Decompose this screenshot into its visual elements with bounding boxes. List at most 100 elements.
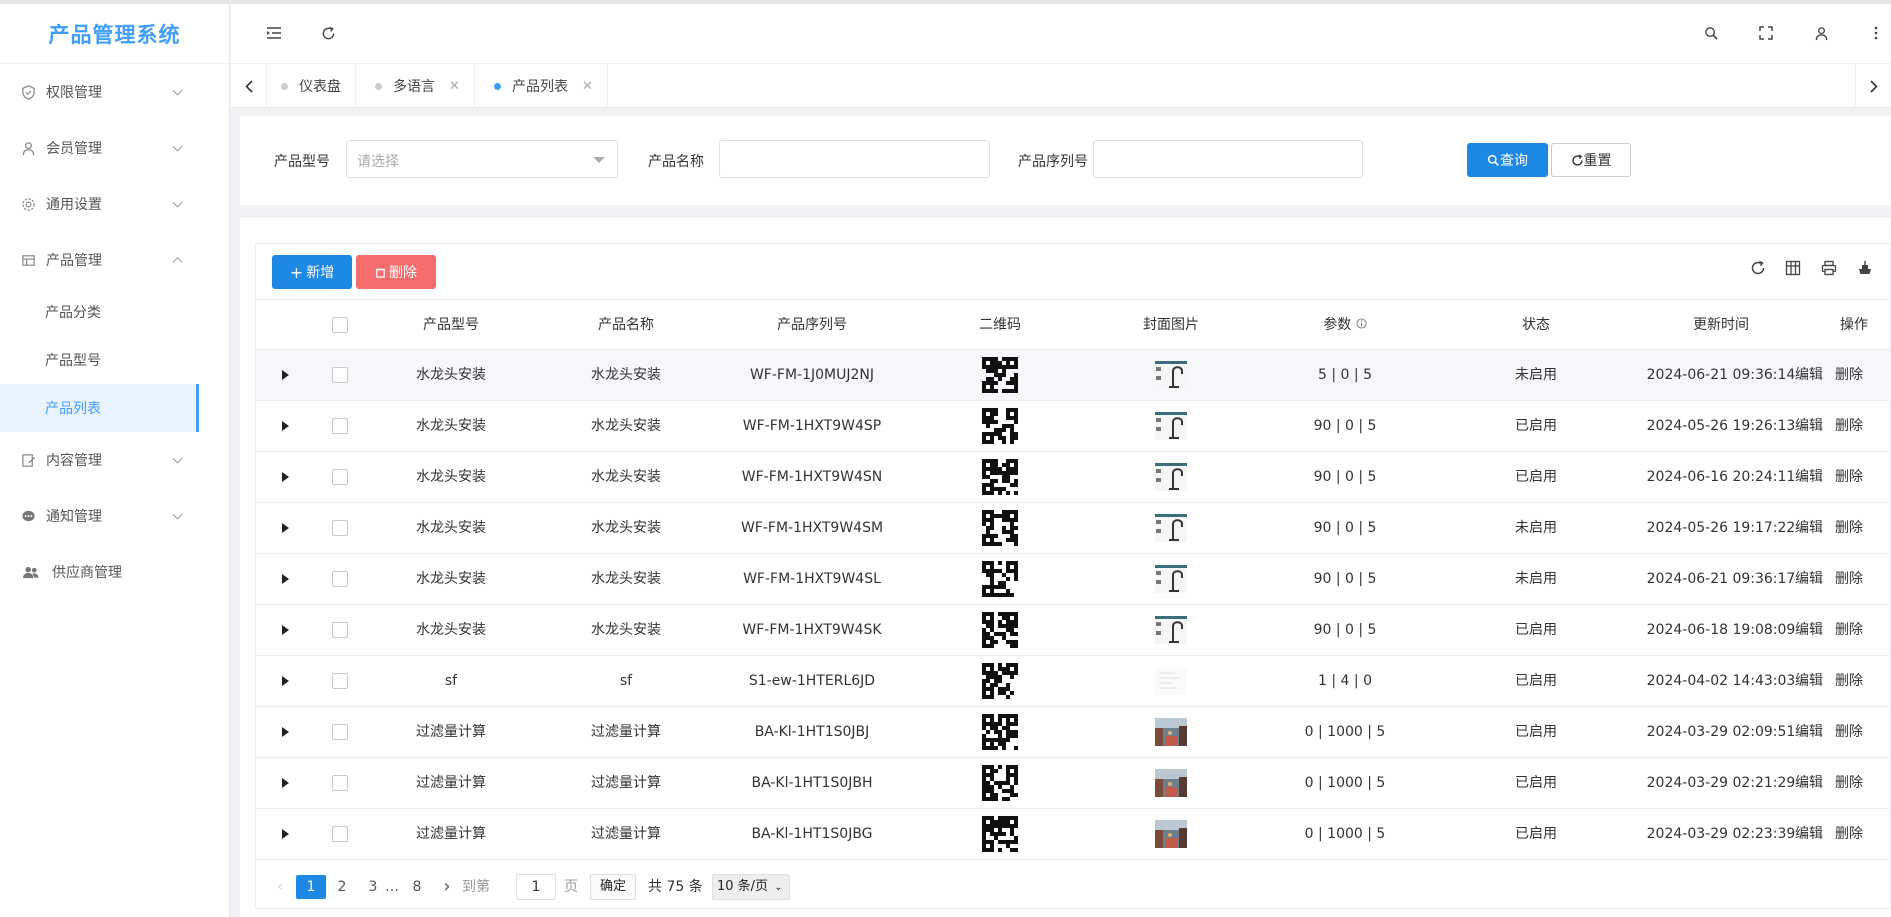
delete-link[interactable]: 删除 <box>1835 656 1863 707</box>
row-checkbox[interactable] <box>332 826 348 842</box>
goto-confirm-button[interactable]: 确定 <box>590 874 636 900</box>
refresh-icon[interactable] <box>1748 258 1768 278</box>
qr-code-image[interactable] <box>982 561 1018 597</box>
search-icon[interactable] <box>1700 22 1722 44</box>
edit-link[interactable]: 编辑 <box>1795 605 1823 656</box>
tabs-scroll-right-icon[interactable] <box>1855 64 1891 108</box>
sidebar-subitem-product-category[interactable]: 产品分类 <box>0 288 229 336</box>
page-ellipsis[interactable]: … <box>380 875 404 899</box>
info-icon[interactable] <box>1356 318 1367 329</box>
qr-code-image[interactable] <box>982 459 1018 495</box>
delete-button[interactable]: 删除 <box>356 255 436 289</box>
row-checkbox[interactable] <box>332 520 348 536</box>
edit-link[interactable]: 编辑 <box>1795 707 1823 758</box>
delete-link[interactable]: 删除 <box>1835 503 1863 554</box>
expand-row-icon[interactable] <box>282 523 289 533</box>
cover-image[interactable] <box>1155 769 1187 797</box>
add-button[interactable]: + 新增 <box>272 255 352 289</box>
delete-link[interactable]: 删除 <box>1835 605 1863 656</box>
table-row[interactable]: 水龙头安装 水龙头安装 WF-FM-1HXT9W4SP 90 | 0 | 5 已启用 20… <box>256 401 1891 452</box>
page-size-select[interactable]: 10 条/页 ⌄ <box>712 874 790 900</box>
name-input[interactable] <box>719 140 990 178</box>
more-icon[interactable] <box>1865 22 1887 44</box>
page-1[interactable]: 1 <box>296 875 326 899</box>
row-checkbox[interactable] <box>332 775 348 791</box>
cover-image[interactable] <box>1155 616 1187 644</box>
table-row[interactable]: 水龙头安装 水龙头安装 WF-FM-1HXT9W4SN 90 | 0 | 5 已启用 20… <box>256 452 1891 503</box>
cover-image[interactable] <box>1155 820 1187 848</box>
columns-icon[interactable] <box>1783 258 1803 278</box>
sidebar-item-suppliers[interactable]: 供应商管理 <box>0 544 229 600</box>
sidebar-item-members[interactable]: 会员管理 <box>0 120 229 176</box>
model-select[interactable]: 请选择 <box>346 140 618 178</box>
qr-code-image[interactable] <box>982 510 1018 546</box>
table-row[interactable]: 水龙头安装 水龙头安装 WF-FM-1HXT9W4SM 90 | 0 | 5 未启用 20… <box>256 503 1891 554</box>
sidebar-item-settings[interactable]: 通用设置 <box>0 176 229 232</box>
sidebar-item-content[interactable]: 内容管理 <box>0 432 229 488</box>
cover-image[interactable] <box>1155 412 1187 440</box>
sidebar-item-notifications[interactable]: 通知管理 <box>0 488 229 544</box>
table-row[interactable]: 水龙头安装 水龙头安装 WF-FM-1HXT9W4SL 90 | 0 | 5 未启用 20… <box>256 554 1891 605</box>
fullscreen-icon[interactable] <box>1755 22 1777 44</box>
goto-input[interactable]: 1 <box>516 874 556 900</box>
sidebar-subitem-product-model[interactable]: 产品型号 <box>0 336 229 384</box>
cover-image[interactable] <box>1155 565 1187 593</box>
expand-row-icon[interactable] <box>282 778 289 788</box>
table-row[interactable]: 水龙头安装 水龙头安装 WF-FM-1J0MUJ2NJ 5 | 0 | 5 未启用 202… <box>256 350 1891 401</box>
tab-dashboard[interactable]: 仪表盘 <box>267 64 356 108</box>
expand-row-icon[interactable] <box>282 421 289 431</box>
edit-link[interactable]: 编辑 <box>1795 401 1823 452</box>
tab-multilanguage[interactable]: 多语言 ✕ <box>361 64 475 108</box>
sidebar-item-products[interactable]: 产品管理 <box>0 232 229 288</box>
expand-row-icon[interactable] <box>282 625 289 635</box>
row-checkbox[interactable] <box>332 724 348 740</box>
delete-link[interactable]: 删除 <box>1835 809 1863 860</box>
table-row[interactable]: 水龙头安装 水龙头安装 WF-FM-1HXT9W4SK 90 | 0 | 5 已启用 20… <box>256 605 1891 656</box>
refresh-icon[interactable] <box>317 22 339 44</box>
tab-product-list[interactable]: 产品列表 ✕ <box>480 64 608 108</box>
qr-code-image[interactable] <box>982 408 1018 444</box>
cover-image[interactable] <box>1155 514 1187 542</box>
row-checkbox[interactable] <box>332 418 348 434</box>
cover-image[interactable] <box>1155 463 1187 491</box>
qr-code-image[interactable] <box>982 612 1018 648</box>
sidebar-subitem-product-list[interactable]: 产品列表 <box>0 384 199 432</box>
row-checkbox[interactable] <box>332 469 348 485</box>
row-checkbox[interactable] <box>332 571 348 587</box>
page-2[interactable]: 2 <box>330 875 354 899</box>
expand-row-icon[interactable] <box>282 472 289 482</box>
menu-fold-icon[interactable] <box>263 22 285 44</box>
prev-page-icon[interactable]: ‹ <box>270 875 290 899</box>
cover-image[interactable] <box>1155 361 1187 389</box>
export-icon[interactable] <box>1855 258 1875 278</box>
qr-code-image[interactable] <box>982 765 1018 801</box>
expand-row-icon[interactable] <box>282 574 289 584</box>
edit-link[interactable]: 编辑 <box>1795 758 1823 809</box>
close-icon[interactable]: ✕ <box>582 79 593 94</box>
print-icon[interactable] <box>1819 258 1839 278</box>
table-row[interactable]: 过滤量计算 过滤量计算 BA-Kl-1HT1S0JBJ 0 | 1000 | 5 已启用… <box>256 707 1891 758</box>
next-page-icon[interactable]: › <box>437 875 457 899</box>
close-icon[interactable]: ✕ <box>449 79 460 94</box>
row-checkbox[interactable] <box>332 673 348 689</box>
table-row[interactable]: 过滤量计算 过滤量计算 BA-Kl-1HT1S0JBG 0 | 1000 | 5 已启用… <box>256 809 1891 860</box>
reset-button[interactable]: 重置 <box>1551 143 1631 177</box>
expand-row-icon[interactable] <box>282 676 289 686</box>
tabs-scroll-left-icon[interactable] <box>231 64 267 108</box>
row-checkbox[interactable] <box>332 622 348 638</box>
serial-input[interactable] <box>1093 140 1363 178</box>
edit-link[interactable]: 编辑 <box>1795 452 1823 503</box>
user-icon[interactable] <box>1810 22 1832 44</box>
delete-link[interactable]: 删除 <box>1835 350 1863 401</box>
delete-link[interactable]: 删除 <box>1835 401 1863 452</box>
expand-row-icon[interactable] <box>282 727 289 737</box>
cover-image[interactable] <box>1155 718 1187 746</box>
delete-link[interactable]: 删除 <box>1835 758 1863 809</box>
qr-code-image[interactable] <box>982 816 1018 852</box>
edit-link[interactable]: 编辑 <box>1795 554 1823 605</box>
table-row[interactable]: 过滤量计算 过滤量计算 BA-Kl-1HT1S0JBH 0 | 1000 | 5 已启用… <box>256 758 1891 809</box>
sidebar-item-permissions[interactable]: 权限管理 <box>0 64 229 120</box>
delete-link[interactable]: 删除 <box>1835 452 1863 503</box>
select-all-checkbox[interactable] <box>332 317 348 333</box>
delete-link[interactable]: 删除 <box>1835 554 1863 605</box>
